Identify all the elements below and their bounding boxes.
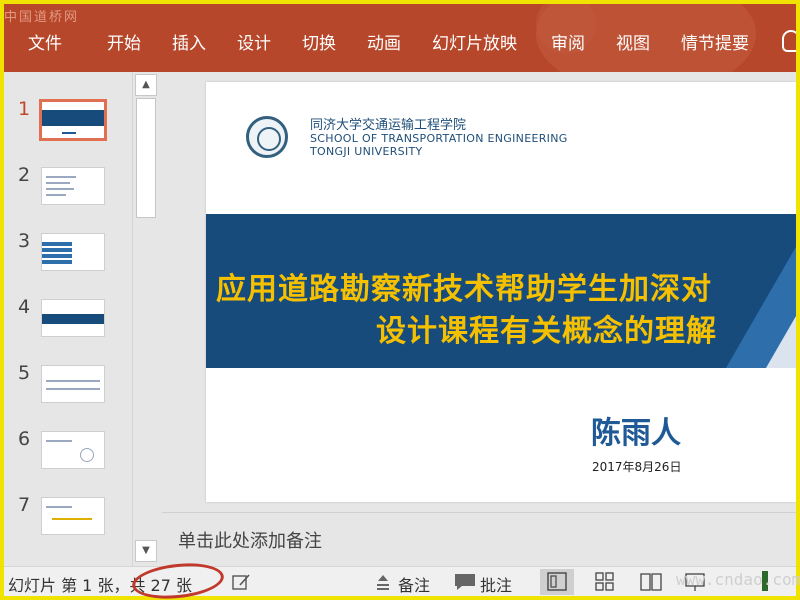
thumbnail-row[interactable]: 7: [4, 494, 132, 550]
notes-pane[interactable]: 单击此处添加备注: [162, 512, 796, 566]
thumbnail-band: [42, 254, 72, 258]
thumbnail-band: [42, 110, 104, 126]
slide-title-line1[interactable]: 应用道路勘察新技术帮助学生加深对: [216, 264, 796, 308]
scroll-up-arrow-icon[interactable]: ▲: [135, 74, 157, 96]
watermark-bottom: www.cndao.com: [676, 570, 800, 589]
thumbnail-row[interactable]: 5: [4, 362, 132, 418]
school-name-en: SCHOOL OF TRANSPORTATION ENGINEERING: [310, 132, 568, 145]
thumbnail-row[interactable]: 6: [4, 428, 132, 484]
thumbnail-slide-6[interactable]: [41, 431, 105, 469]
tab-design[interactable]: 设计: [237, 32, 271, 56]
thumbnail-band: [42, 242, 72, 246]
thumbnail-slide-5[interactable]: [41, 365, 105, 403]
thumbnail-number: 6: [18, 428, 31, 450]
reading-view-button[interactable]: [634, 569, 668, 595]
tab-animations[interactable]: 动画: [367, 32, 401, 56]
ribbon-bar: 中国道桥网 文件 开始 插入 设计 切换 动画 幻灯片放映 审阅 视图 情节提要: [4, 4, 796, 72]
thumbnail-line: [52, 518, 92, 520]
thumbnail-row[interactable]: 3: [4, 230, 132, 286]
comments-toggle-label[interactable]: 批注: [480, 572, 512, 596]
tab-slideshow[interactable]: 幻灯片放映: [432, 32, 517, 56]
slide-thumbnail-pane: 1 2 3 4 5 6 7 ▲ ▼: [4, 72, 158, 566]
thumbnail-line: [46, 440, 72, 442]
powerpoint-window: 中国道桥网 文件 开始 插入 设计 切换 动画 幻灯片放映 审阅 视图 情节提要…: [4, 4, 796, 596]
thumbnail-line: [62, 132, 76, 134]
thumbnail-line: [46, 188, 74, 190]
tab-view[interactable]: 视图: [616, 32, 650, 56]
thumbnail-line: [80, 448, 94, 462]
thumbnail-slide-7[interactable]: [41, 497, 105, 535]
tab-file[interactable]: 文件: [28, 32, 62, 56]
thumbnail-scrollbar[interactable]: ▲ ▼: [132, 72, 158, 566]
tab-home[interactable]: 开始: [107, 32, 141, 56]
thumbnail-slide-3[interactable]: [41, 233, 105, 271]
thumbnail-number: 5: [18, 362, 31, 384]
slide-editor: 同济大学交通运输工程学院 SCHOOL OF TRANSPORTATION EN…: [162, 72, 796, 512]
slide-title-line2[interactable]: 设计课程有关概念的理解: [376, 306, 717, 350]
scroll-down-arrow-icon[interactable]: ▼: [135, 540, 157, 562]
thumbnail-line: [46, 380, 100, 382]
thumbnail-row[interactable]: 4: [4, 296, 132, 352]
tab-insert[interactable]: 插入: [172, 32, 206, 56]
thumbnail-line: [46, 182, 70, 184]
thumbnail-band: [42, 248, 72, 252]
slide-date[interactable]: 2017年8月26日: [592, 458, 681, 475]
thumbnail-number: 4: [18, 296, 31, 318]
current-slide[interactable]: 同济大学交通运输工程学院 SCHOOL OF TRANSPORTATION EN…: [206, 82, 796, 502]
tab-review[interactable]: 审阅: [551, 32, 585, 56]
slide-author[interactable]: 陈雨人: [591, 408, 681, 452]
thumbnail-slide-1[interactable]: [39, 99, 107, 141]
notes-icon[interactable]: [374, 573, 392, 595]
watermark-top: 中国道桥网: [4, 10, 80, 25]
thumbnail-line: [46, 388, 100, 390]
notes-toggle-label[interactable]: 备注: [398, 572, 430, 596]
thumbnail-slide-4[interactable]: [41, 299, 105, 337]
thumbnail-number: 2: [18, 164, 31, 186]
thumbnail-line: [46, 176, 76, 178]
slide-sorter-view-button[interactable]: [588, 569, 622, 595]
notes-placeholder[interactable]: 单击此处添加备注: [178, 527, 322, 553]
scrollbar-thumb[interactable]: [136, 98, 156, 218]
ribbon-tabs: 文件 开始 插入 设计 切换 动画 幻灯片放映 审阅 视图 情节提要: [4, 32, 796, 60]
comments-icon[interactable]: [454, 573, 476, 595]
thumbnail-slide-2[interactable]: [41, 167, 105, 205]
thumbnail-number: 7: [18, 494, 31, 516]
thumbnail-number: 3: [18, 230, 31, 252]
thumbnail-number: 1: [18, 98, 31, 120]
tab-storyboarding[interactable]: 情节提要: [681, 32, 749, 56]
thumbnail-row[interactable]: 1: [4, 98, 132, 154]
tongji-logo-icon: [246, 116, 288, 158]
thumbnail-band: [42, 314, 104, 324]
spell-check-icon[interactable]: [232, 573, 252, 595]
thumbnail-line: [46, 506, 72, 508]
tab-transitions[interactable]: 切换: [302, 32, 336, 56]
school-name-cn: 同济大学交通运输工程学院: [310, 118, 467, 133]
thumbnail-line: [46, 194, 66, 196]
thumbnail-row[interactable]: 2: [4, 164, 132, 220]
thumbnail-band: [42, 260, 72, 264]
normal-view-button[interactable]: [540, 569, 574, 595]
tell-me-lightbulb-icon[interactable]: [782, 30, 796, 52]
university-name-en: TONGJI UNIVERSITY: [310, 145, 423, 158]
